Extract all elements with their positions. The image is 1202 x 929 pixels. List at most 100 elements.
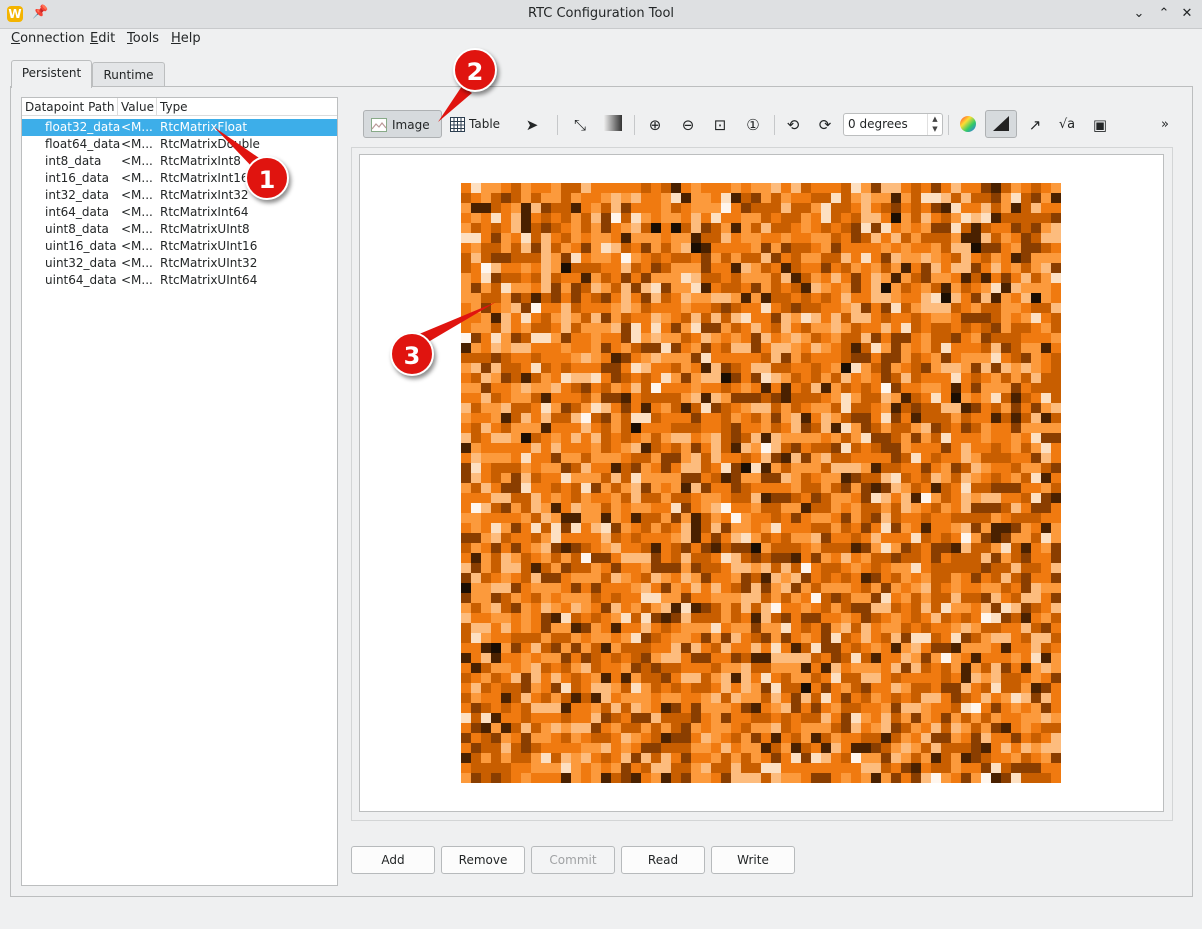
close-icon: ✕ bbox=[1181, 6, 1193, 21]
menu-edit[interactable]: Edit bbox=[90, 31, 115, 46]
datapoint-type-cell: RtcMatrixInt8 bbox=[160, 154, 241, 168]
toolbar-separator bbox=[948, 115, 949, 135]
table-icon bbox=[450, 110, 465, 138]
table-view-button[interactable]: Table bbox=[447, 110, 507, 138]
tab-persistent[interactable]: Persistent bbox=[11, 60, 92, 88]
window-title: RTC Configuration Tool bbox=[527, 6, 675, 21]
image-icon bbox=[371, 111, 387, 139]
rotate-left-icon[interactable]: ⟲ bbox=[783, 115, 803, 135]
datapoint-path-cell: int16_data bbox=[45, 171, 109, 185]
remove-button[interactable]: Remove bbox=[441, 846, 525, 874]
column-header-type[interactable]: Type bbox=[157, 98, 337, 116]
write-button-label: Write bbox=[737, 853, 769, 867]
gradient-icon[interactable] bbox=[603, 115, 623, 135]
tab-runtime[interactable]: Runtime bbox=[92, 62, 165, 88]
datapoint-type-cell: RtcMatrixDouble bbox=[160, 137, 260, 151]
tree-row[interactable]: uint8_data <M... RtcMatrixUInt8 bbox=[22, 221, 337, 238]
write-button[interactable]: Write bbox=[711, 846, 795, 874]
tree-row[interactable]: uint64_data <M... RtcMatrixUInt64 bbox=[22, 272, 337, 289]
datapoint-type-cell: RtcMatrixUInt32 bbox=[160, 256, 258, 270]
line-profile-icon[interactable]: ⤡ bbox=[570, 115, 590, 135]
toolbar-separator bbox=[774, 115, 775, 135]
tree-row[interactable]: float32_data <M... RtcMatrixFloat bbox=[22, 119, 337, 136]
datapoint-value-cell: <M... bbox=[121, 256, 153, 270]
tree-row[interactable]: uint32_data <M... RtcMatrixUInt32 bbox=[22, 255, 337, 272]
datapoint-value-cell: <M... bbox=[121, 273, 153, 287]
toolbar-separator bbox=[634, 115, 635, 135]
tree-row[interactable]: float64_data <M... RtcMatrixDouble bbox=[22, 136, 337, 153]
datapoint-type-cell: RtcMatrixUInt16 bbox=[160, 239, 258, 253]
tree-row[interactable]: int64_data <M... RtcMatrixInt64 bbox=[22, 204, 337, 221]
datapoint-value-cell: <M... bbox=[121, 154, 153, 168]
zoom-in-icon[interactable]: ⊕ bbox=[645, 115, 665, 135]
datapoint-type-cell: RtcMatrixFloat bbox=[160, 120, 248, 134]
zoom-out-icon[interactable]: ⊖ bbox=[678, 115, 698, 135]
zoom-fit-icon[interactable]: ⊡ bbox=[710, 115, 730, 135]
rotation-angle-value: 0 degrees bbox=[848, 117, 908, 131]
matrix-heatmap-image[interactable] bbox=[461, 183, 1061, 783]
image-view-button[interactable]: Image bbox=[363, 110, 442, 138]
title-bar: W 📌 RTC Configuration Tool ⌄ ⌃ ✕ bbox=[0, 0, 1202, 29]
image-settings-icon[interactable]: ▣ bbox=[1090, 115, 1110, 135]
pointer-icon[interactable]: ➤ bbox=[522, 115, 542, 135]
datapoint-path-cell: int8_data bbox=[45, 154, 102, 168]
datapoint-type-cell: RtcMatrixUInt8 bbox=[160, 222, 250, 236]
colormap-icon[interactable] bbox=[958, 115, 978, 135]
close-button[interactable]: ✕ bbox=[1178, 5, 1196, 23]
menu-tools[interactable]: Tools bbox=[127, 31, 159, 46]
datapoint-path-cell: uint32_data bbox=[45, 256, 117, 270]
datapoint-path-cell: float64_data bbox=[45, 137, 121, 151]
datapoint-tree[interactable]: Datapoint Path Value Type float32_data <M… bbox=[21, 97, 338, 886]
datapoint-type-cell: RtcMatrixInt32 bbox=[160, 188, 249, 202]
tree-row[interactable]: int16_data <M... RtcMatrixInt16 bbox=[22, 170, 337, 187]
read-button-label: Read bbox=[647, 853, 679, 867]
rotate-right-icon[interactable]: ⟳ bbox=[815, 115, 835, 135]
column-header-value[interactable]: Value bbox=[118, 98, 157, 116]
add-button[interactable]: Add bbox=[351, 846, 435, 874]
datapoint-value-cell: <M... bbox=[121, 239, 153, 253]
chevron-up-icon: ⌃ bbox=[1158, 6, 1170, 21]
toolbar-overflow-icon[interactable]: » bbox=[1155, 115, 1175, 135]
contrast-button[interactable] bbox=[985, 110, 1017, 138]
datapoint-value-cell: <M... bbox=[121, 188, 153, 202]
tree-row[interactable]: int8_data <M... RtcMatrixInt8 bbox=[22, 153, 337, 170]
datapoint-path-cell: float32_data bbox=[45, 120, 121, 134]
chevron-down-icon: ⌄ bbox=[1133, 6, 1145, 21]
datapoint-value-cell: <M... bbox=[121, 222, 153, 236]
table-view-label: Table bbox=[469, 117, 501, 131]
menu-bar: Connection Edit Tools Help bbox=[0, 29, 1202, 49]
datapoint-path-cell: int32_data bbox=[45, 188, 109, 202]
callout-2: 2 bbox=[453, 48, 497, 92]
datapoint-path-cell: uint64_data bbox=[45, 273, 117, 287]
column-header-path[interactable]: Datapoint Path bbox=[22, 98, 118, 116]
remove-button-label: Remove bbox=[458, 853, 508, 867]
datapoint-type-cell: RtcMatrixUInt64 bbox=[160, 273, 258, 287]
callout-3: 3 bbox=[390, 332, 434, 376]
rotation-angle-spinbox[interactable]: 0 degrees ▲ ▼ bbox=[843, 113, 943, 136]
datapoint-path-cell: uint16_data bbox=[45, 239, 117, 253]
datapoint-path-cell: int64_data bbox=[45, 205, 109, 219]
datapoint-value-cell: <M... bbox=[121, 137, 153, 151]
datapoint-type-cell: RtcMatrixInt16 bbox=[160, 171, 249, 185]
commit-button[interactable]: Commit bbox=[531, 846, 615, 874]
datapoint-value-cell: <M... bbox=[121, 171, 153, 185]
sqrt-icon[interactable]: √a bbox=[1057, 115, 1077, 135]
read-button[interactable]: Read bbox=[621, 846, 705, 874]
datapoint-path-cell: uint8_data bbox=[45, 222, 109, 236]
spin-arrows-icon[interactable]: ▲ ▼ bbox=[927, 114, 942, 135]
toolbar-separator bbox=[557, 115, 558, 135]
maximize-button[interactable]: ⌃ bbox=[1155, 5, 1173, 23]
image-view-label: Image bbox=[392, 118, 430, 132]
scale-icon[interactable]: ↗ bbox=[1025, 115, 1045, 135]
menu-help[interactable]: Help bbox=[171, 31, 201, 46]
tree-row[interactable]: int32_data <M... RtcMatrixInt32 bbox=[22, 187, 337, 204]
viewer-toolbar: Image Table ➤ ⤡ ⊕ ⊖ ⊡ ① ⟲ ⟳ 0 degrees ▲ ▼… bbox=[351, 107, 1171, 143]
contrast-icon bbox=[986, 116, 1016, 140]
datapoint-value-cell: <M... bbox=[121, 120, 153, 134]
callout-1: 1 bbox=[245, 156, 289, 200]
zoom-original-icon[interactable]: ① bbox=[743, 115, 763, 135]
datapoint-value-cell: <M... bbox=[121, 205, 153, 219]
minimize-button[interactable]: ⌄ bbox=[1130, 5, 1148, 23]
tree-row[interactable]: uint16_data <M... RtcMatrixUInt16 bbox=[22, 238, 337, 255]
menu-connection[interactable]: Connection bbox=[11, 31, 85, 46]
